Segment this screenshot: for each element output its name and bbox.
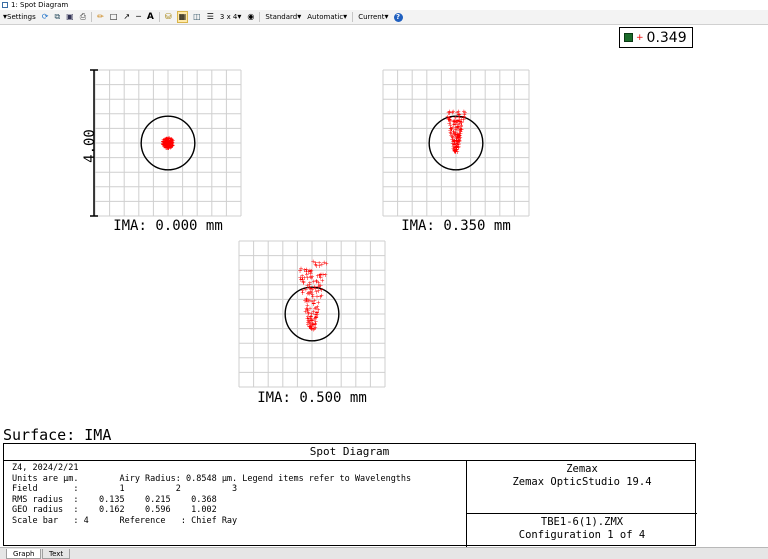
ray-point: +: [308, 286, 313, 293]
refresh-icon[interactable]: ⟳: [41, 11, 50, 23]
ray-point: +: [456, 137, 461, 144]
lock-icon[interactable]: ⛁: [164, 11, 173, 23]
ray-point: +: [304, 266, 309, 273]
ray-point: +: [164, 143, 169, 150]
standard-dropdown[interactable]: Standard ▾: [264, 11, 302, 23]
toolbar-separator: [352, 12, 354, 22]
chevron-down-icon: ▾: [297, 12, 302, 21]
ray-point: +: [300, 273, 305, 280]
layout-label: 3 x 4: [219, 13, 238, 21]
grid-layout-icon[interactable]: ▦: [176, 11, 189, 23]
ray-point: +: [307, 297, 312, 304]
info-right-panel: Zemax Zemax OpticStudio 19.4 TBE1-6(1).ZM…: [466, 461, 697, 547]
info-box: Spot Diagram Z4, 2024/2/21 Units are µm. …: [3, 443, 697, 547]
copy-icon[interactable]: ⧉: [53, 11, 61, 23]
layout-dropdown[interactable]: 3 x 4 ▾: [219, 11, 243, 23]
spot-panel-field-2: ++++++++++++++++++++++++++++++++++++++++…: [382, 69, 530, 217]
print-icon[interactable]: ⎙: [79, 11, 87, 23]
toolbar-separator: [158, 12, 160, 22]
automatic-label: Automatic: [307, 13, 344, 21]
info-title: Spot Diagram: [4, 444, 695, 461]
arrow-icon[interactable]: ↗: [122, 11, 131, 23]
line-icon[interactable]: ─: [135, 11, 142, 23]
current-label: Current: [358, 13, 385, 21]
ray-point: +: [458, 129, 463, 136]
save-icon[interactable]: ▣: [65, 11, 75, 23]
ray-point: +: [323, 272, 328, 279]
spot-panel-field-1: + ++ ++++++++ ++++++++++ +++++++ ++ ++++++++++…: [94, 69, 242, 217]
ray-point: +: [170, 139, 175, 146]
ray-point: +: [311, 322, 316, 329]
field-marker-icon: [624, 33, 633, 42]
surface-label: Surface: IMA: [3, 426, 112, 444]
info-config: Configuration 1 of 4: [518, 529, 646, 541]
scale-bar-label: 4.00: [82, 129, 98, 163]
window-icon: [2, 2, 8, 8]
info-line: Field : 1 2 3: [12, 484, 238, 495]
info-details: Z4, 2024/2/21 Units are µm. Airy Radius: …: [12, 463, 411, 527]
field-1-label: IMA: 0.000 mm: [113, 218, 223, 234]
chevron-down-icon: ▾: [343, 12, 348, 21]
readout-value: 0.349: [646, 29, 687, 46]
pencil-icon[interactable]: ✏: [96, 11, 105, 23]
ray-point: +: [455, 122, 460, 129]
ray-point: +: [447, 115, 452, 122]
info-company: Zemax: [566, 463, 598, 475]
standard-label: Standard: [265, 13, 298, 21]
chevron-down-icon: ▾: [237, 12, 242, 21]
settings-button[interactable]: ▾ Settings: [2, 11, 37, 23]
bottom-tabbar: Graph Text: [0, 547, 768, 559]
ray-point: +: [317, 282, 322, 289]
cursor-readout: +0.349: [619, 27, 693, 48]
ray-point: +: [299, 266, 304, 273]
ray-point: +: [306, 310, 311, 317]
field-2-label: IMA: 0.350 mm: [401, 218, 511, 234]
ray-point: +: [324, 260, 329, 267]
info-line: GEO radius : 0.162 0.596 1.002: [12, 505, 217, 516]
window-title: 1: Spot Diagram: [11, 1, 69, 9]
text-tool-icon[interactable]: A: [146, 11, 155, 23]
field-3-label: IMA: 0.500 mm: [257, 390, 367, 406]
chevron-down-icon: ▾: [384, 12, 389, 21]
info-file: TBE1-6(1).ZMX: [540, 516, 624, 528]
info-file-block: TBE1-6(1).ZMX Configuration 1 of 4: [467, 514, 697, 547]
info-line: Z4, 2024/2/21: [12, 463, 79, 473]
help-icon[interactable]: ?: [393, 12, 403, 22]
info-line: Units are µm. Airy Radius: 0.8548 µm. Le…: [12, 473, 412, 484]
automatic-dropdown[interactable]: Automatic ▾: [306, 11, 348, 23]
info-line: Scale bar : 4 Reference : Chief Ray: [12, 515, 238, 526]
toolbar: ▾ Settings ⟳ ⧉ ▣ ⎙ ✏ □ ↗ ─ A ⛁ ▦ ◫ ☰ 3 x …: [0, 10, 768, 25]
toolbar-separator: [91, 12, 93, 22]
spot-panel-field-3: ++++++++++++++++++++++++++++++++++++++++…: [238, 240, 386, 388]
clock-icon[interactable]: ◉: [246, 11, 255, 23]
current-dropdown[interactable]: Current ▾: [357, 11, 389, 23]
plus-marker-icon: +: [636, 32, 644, 43]
ray-point: +: [452, 149, 457, 156]
settings-label: Settings: [7, 13, 36, 21]
rectangle-icon[interactable]: □: [109, 11, 119, 23]
ray-point: +: [312, 298, 317, 305]
window-titlebar: 1: Spot Diagram: [0, 0, 768, 10]
info-company-block: Zemax Zemax OpticStudio 19.4: [467, 461, 697, 514]
toolbar-separator: [259, 12, 261, 22]
ray-point: +: [300, 290, 305, 297]
ray-point: +: [311, 258, 316, 265]
ray-point: +: [317, 273, 322, 280]
ray-point: +: [309, 275, 314, 282]
info-product: Zemax OpticStudio 19.4: [512, 476, 652, 488]
layers-icon[interactable]: ☰: [206, 11, 215, 23]
spot-diagram-plot: + ++ ++++++++ ++++++++++ +++++++ ++ ++++++++++…: [82, 69, 530, 406]
info-line: RMS radius : 0.135 0.215 0.368: [12, 494, 217, 505]
window-icon-button[interactable]: ◫: [192, 11, 202, 23]
